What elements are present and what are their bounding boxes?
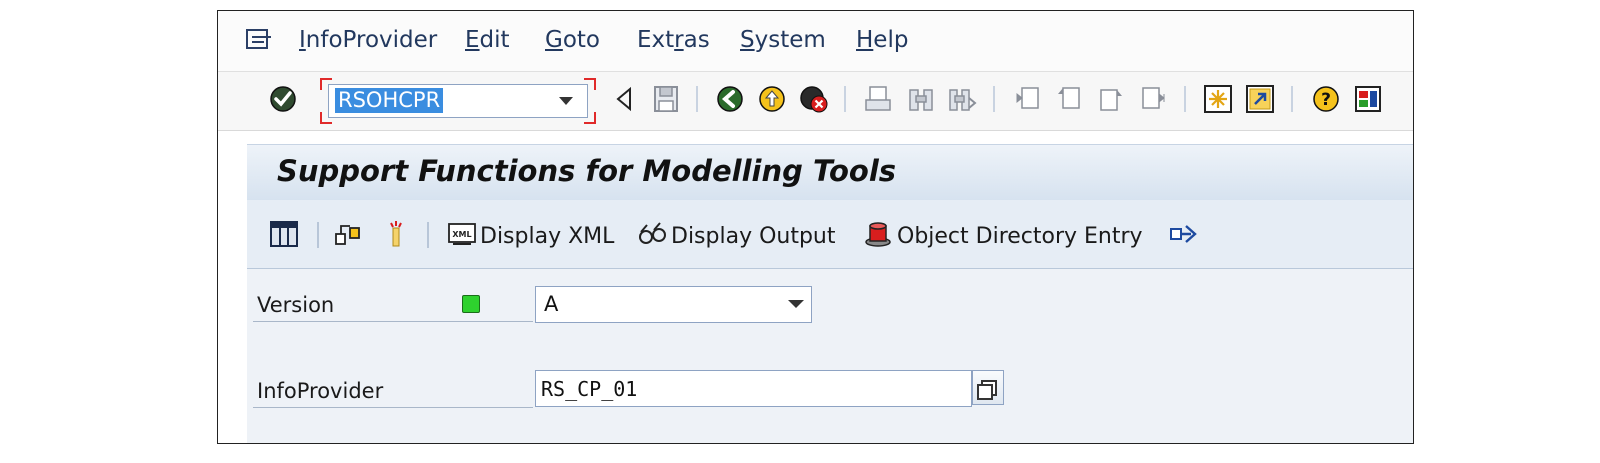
object-directory-icon[interactable] (863, 220, 893, 248)
grid-icon[interactable] (269, 220, 299, 248)
version-dropdown[interactable]: A (535, 286, 812, 323)
infoprovider-label: InfoProvider (257, 379, 384, 403)
value-help-icon[interactable] (972, 370, 1004, 405)
display-output-button[interactable]: Display Output (671, 224, 836, 249)
infoprovider-input[interactable]: RS_CP_01 (535, 370, 972, 407)
last-page-icon[interactable] (1138, 84, 1168, 114)
chevron-down-icon[interactable] (559, 97, 573, 105)
infoprovider-label-underline (253, 407, 533, 408)
save-icon[interactable] (651, 84, 681, 114)
print-icon[interactable] (863, 84, 893, 114)
previous-page-icon[interactable] (1054, 84, 1084, 114)
menu-goto[interactable]: Goto (545, 27, 600, 53)
selection-screen: Version A InfoProvider RS_CP_01 (247, 269, 1413, 443)
menu-infoprovider[interactable]: InfoProvider (299, 27, 437, 53)
cancel-icon[interactable] (799, 84, 829, 114)
infoprovider-value: RS_CP_01 (541, 377, 638, 401)
version-label-underline (253, 321, 533, 322)
next-page-icon[interactable] (1096, 84, 1126, 114)
layout-icon[interactable] (1353, 84, 1383, 114)
menu-help[interactable]: Help (856, 27, 908, 53)
glasses-icon[interactable] (637, 220, 667, 248)
svg-text:?: ? (1321, 90, 1331, 110)
first-page-icon[interactable] (1013, 84, 1043, 114)
find-icon[interactable] (906, 84, 936, 114)
title-bar: Support Functions for Modelling Tools (247, 144, 1413, 201)
create-session-icon[interactable] (1203, 84, 1233, 114)
toolbar-separator (427, 222, 429, 248)
command-field-frame: RSOHCPR (320, 78, 596, 124)
toolbar-separator (1291, 86, 1293, 112)
xml-icon[interactable]: XML (447, 220, 477, 248)
back-triangle-icon[interactable] (610, 84, 640, 114)
standard-toolbar: RSOHCPR ? (218, 71, 1413, 131)
chevron-down-icon[interactable] (788, 300, 804, 308)
activate-icon[interactable] (381, 220, 411, 248)
object-directory-entry-button[interactable]: Object Directory Entry (897, 224, 1143, 249)
version-label: Version (257, 293, 335, 317)
version-value: A (544, 292, 559, 316)
find-next-icon[interactable] (947, 84, 977, 114)
menu-system[interactable]: System (740, 27, 826, 53)
menubar: InfoProvider Edit Goto Extras System Hel… (218, 11, 1413, 71)
application-toolbar: XML Display XML Display Output Object Di… (247, 200, 1413, 269)
svg-text:XML: XML (452, 230, 471, 239)
toolbar-separator (317, 222, 319, 248)
toolbar-separator (696, 86, 698, 112)
enter-icon[interactable] (268, 84, 298, 114)
display-xml-button[interactable]: Display XML (480, 224, 614, 249)
status-green-icon (462, 295, 480, 313)
exit-icon[interactable] (757, 84, 787, 114)
toolbar-separator (993, 86, 995, 112)
shortcut-icon[interactable] (1245, 84, 1275, 114)
page-title: Support Functions for Modelling Tools (277, 154, 897, 188)
change-display-icon[interactable] (333, 220, 363, 248)
command-field-value: RSOHCPR (335, 88, 444, 113)
transport-icon[interactable] (1169, 220, 1199, 248)
toolbar-separator (844, 86, 846, 112)
menu-edit[interactable]: Edit (465, 27, 510, 53)
menu-extras[interactable]: Extras (637, 27, 710, 53)
toolbar-separator (1184, 86, 1186, 112)
help-icon[interactable]: ? (1311, 84, 1341, 114)
sap-window: InfoProvider Edit Goto Extras System Hel… (217, 10, 1414, 444)
back-icon[interactable] (715, 84, 745, 114)
system-menu-icon[interactable] (246, 29, 272, 51)
command-field[interactable]: RSOHCPR (328, 84, 588, 118)
